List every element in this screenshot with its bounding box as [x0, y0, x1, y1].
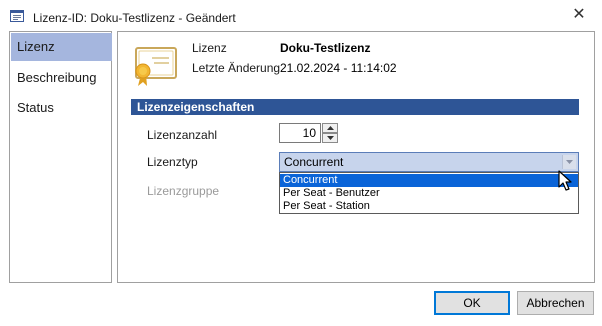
dropdown-option-per-seat-benutzer[interactable]: Per Seat - Benutzer [280, 187, 578, 200]
window-form-icon [10, 10, 24, 22]
dropdown-option-concurrent[interactable]: Concurrent [280, 174, 578, 187]
arrow-up-icon [326, 126, 334, 130]
license-group-label: Lizenzgruppe [147, 184, 220, 198]
ok-button[interactable]: OK [434, 291, 510, 315]
license-type-value: Concurrent [284, 155, 344, 169]
spin-down-button[interactable] [322, 133, 338, 143]
license-type-dropdown-list: Concurrent Per Seat - Benutzer Per Seat … [279, 172, 579, 214]
close-button[interactable]: ✕ [566, 2, 592, 26]
window-title: Lizenz-ID: Doku-Testlizenz - Geändert [33, 11, 236, 25]
license-count-input[interactable]: 10 [279, 123, 321, 143]
arrow-down-icon [326, 136, 334, 140]
license-label: Lizenz [192, 41, 227, 55]
license-type-select[interactable]: Concurrent [279, 152, 579, 172]
close-icon: ✕ [572, 6, 586, 23]
license-count-stepper [322, 123, 338, 143]
sidebar-item-beschreibung[interactable]: Beschreibung [11, 64, 112, 92]
dropdown-option-per-seat-station[interactable]: Per Seat - Station [280, 200, 578, 213]
sidebar-item-status[interactable]: Status [11, 94, 112, 122]
title-bar: Lizenz-ID: Doku-Testlizenz - Geändert ✕ [0, 0, 602, 34]
spin-up-button[interactable] [322, 123, 338, 133]
chevron-down-icon [566, 160, 573, 164]
license-type-label: Lizenztyp [147, 155, 198, 169]
cancel-button[interactable]: Abbrechen [517, 291, 594, 315]
sidebar: Lizenz Beschreibung Status [9, 31, 112, 283]
certificate-icon [135, 47, 177, 86]
license-count-label: Lizenzanzahl [147, 128, 218, 142]
section-header: Lizenzeigenschaften [131, 99, 579, 115]
dropdown-button[interactable] [562, 155, 576, 169]
last-changed-value: 21.02.2024 - 11:14:02 [280, 61, 397, 75]
last-changed-label: Letzte Änderung [192, 61, 281, 75]
sidebar-item-lizenz[interactable]: Lizenz [11, 33, 112, 61]
license-name: Doku-Testlizenz [280, 41, 371, 55]
mouse-cursor-icon [558, 170, 572, 191]
